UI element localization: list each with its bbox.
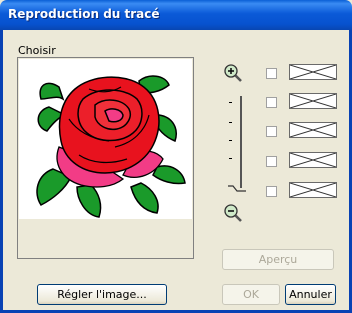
title-bar[interactable]: Reproduction du tracé [0, 0, 352, 30]
slider-tick [229, 158, 232, 159]
zoom-out-icon[interactable] [223, 203, 243, 223]
option-checkbox-2[interactable] [266, 97, 277, 108]
adjust-image-button[interactable]: Régler l'image... [37, 284, 167, 305]
slider-tick [229, 102, 232, 103]
empty-crossed-box-icon [289, 182, 337, 198]
window-border-left [0, 30, 3, 313]
choose-label: Choisir [18, 44, 56, 57]
zoom-slider-track[interactable] [240, 96, 242, 188]
window-title: Reproduction du tracé [8, 7, 160, 21]
image-preview-panel[interactable] [17, 57, 194, 259]
slider-tick [229, 122, 232, 123]
ok-button[interactable]: OK [222, 284, 280, 305]
empty-crossed-box-icon [289, 122, 337, 138]
option-checkbox-3[interactable] [266, 126, 277, 137]
cancel-button[interactable]: Annuler [285, 284, 336, 305]
option-checkbox-5[interactable] [266, 186, 277, 197]
slider-tick [229, 140, 232, 141]
option-checkbox-4[interactable] [266, 156, 277, 167]
empty-crossed-box-icon [289, 64, 337, 80]
preview-button[interactable]: Aperçu [222, 249, 334, 270]
zoom-in-icon[interactable] [223, 63, 243, 83]
empty-crossed-box-icon [289, 93, 337, 109]
zoom-slider-thumb[interactable] [227, 183, 247, 192]
rose-image [19, 59, 192, 219]
empty-crossed-box-icon [289, 152, 337, 168]
option-checkbox-1[interactable] [266, 68, 277, 79]
